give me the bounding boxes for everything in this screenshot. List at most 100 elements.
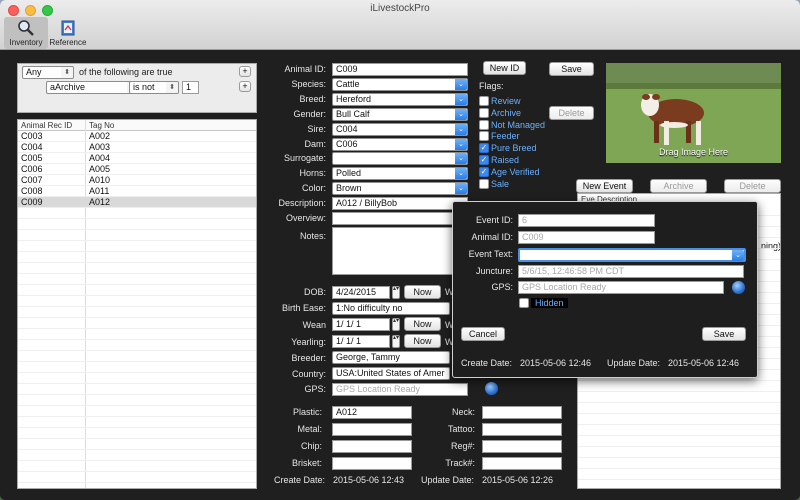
- birth-ease-select[interactable]: 1:No difficulty no assistance: [332, 302, 450, 315]
- table-row[interactable]: C008 A011: [18, 186, 256, 197]
- event-cancel-button[interactable]: Cancel: [461, 327, 505, 341]
- flag-checkbox-not-managed[interactable]: [479, 119, 489, 130]
- event-save-button[interactable]: Save: [702, 327, 746, 341]
- animal-id-field[interactable]: C009: [332, 63, 468, 76]
- wean-field[interactable]: 1/ 1/ 1: [332, 318, 390, 331]
- event-animal-id-label: Animal ID:: [471, 232, 513, 242]
- toolbar-inventory[interactable]: Inventory: [4, 17, 48, 49]
- neck-field[interactable]: [482, 406, 562, 419]
- new-event-button[interactable]: New Event: [576, 179, 633, 193]
- event-editor-popover: Event ID: 6 Animal ID: C009 Event Text: …: [452, 201, 758, 378]
- tag-no-cell: A003: [89, 142, 111, 152]
- table-row[interactable]: C003 A002: [18, 131, 256, 142]
- save-button[interactable]: Save: [549, 62, 594, 76]
- delete-button[interactable]: Delete: [549, 106, 594, 120]
- flag-label: Not Managed: [491, 119, 546, 130]
- table-row: [18, 285, 256, 296]
- overview-field[interactable]: [332, 212, 468, 225]
- event-gps-field[interactable]: GPS Location Ready: [518, 281, 724, 294]
- yearling-field[interactable]: 1/ 1/ 1: [332, 335, 390, 348]
- table-row: [18, 230, 256, 241]
- create-date-label: Create Date:: [274, 475, 326, 485]
- metal-field[interactable]: [332, 423, 412, 436]
- archive-event-button[interactable]: Archive: [650, 179, 707, 193]
- plastic-field[interactable]: A012: [332, 406, 412, 419]
- photo-caption: Drag Image Here: [658, 147, 729, 157]
- match-suffix-label: of the following are true: [79, 67, 173, 77]
- juncture-field[interactable]: 5/6/15, 12:46:58 PM CDT: [518, 265, 744, 278]
- animal-list[interactable]: Animal Rec ID Tag No C003 A002 C004 A003 C00…: [17, 119, 257, 489]
- update-date-value: 2015-05-06 12:26: [482, 475, 554, 485]
- event-text-combo[interactable]: ⌄: [518, 248, 746, 262]
- table-row[interactable]: C009 A012: [18, 197, 256, 208]
- horns-select[interactable]: Polled ⌄: [332, 167, 468, 180]
- globe-icon[interactable]: [485, 382, 498, 395]
- yearling-stepper[interactable]: ▴▾: [392, 335, 400, 348]
- flag-checkbox-archive[interactable]: [479, 107, 489, 118]
- reg-field[interactable]: [482, 440, 562, 453]
- rule-value-field[interactable]: 1: [182, 81, 199, 94]
- hidden-checkbox[interactable]: [519, 298, 529, 308]
- table-row: [18, 241, 256, 252]
- tattoo-field[interactable]: [482, 423, 562, 436]
- sire-select[interactable]: C004 ⌄: [332, 123, 468, 136]
- flag-checkbox-feeder[interactable]: [479, 131, 489, 142]
- flag-checkbox-review[interactable]: [479, 96, 489, 106]
- dob-stepper[interactable]: ▴▾: [392, 286, 400, 299]
- new-id-button[interactable]: New ID: [483, 61, 526, 75]
- match-mode-select[interactable]: Any ⬍: [22, 66, 74, 79]
- event-animal-id-field[interactable]: C009: [518, 231, 655, 244]
- globe-icon[interactable]: [732, 281, 745, 294]
- track-field[interactable]: [482, 457, 562, 470]
- flag-checkbox-pure-breed[interactable]: ✓: [479, 143, 489, 154]
- rule-field-select[interactable]: aArchive⬍: [46, 81, 140, 94]
- surrogate-select[interactable]: ⌄: [332, 152, 468, 165]
- brisket-field[interactable]: [332, 457, 412, 470]
- table-row[interactable]: C005 A004: [18, 153, 256, 164]
- gps-field[interactable]: GPS Location Ready: [332, 383, 468, 396]
- gender-label: Gender:: [293, 109, 326, 119]
- event-row: [578, 425, 780, 436]
- overview-label: Overview:: [285, 213, 326, 223]
- gender-value: Bull Calf: [336, 109, 370, 119]
- event-id-field[interactable]: 6: [518, 214, 655, 227]
- delete-event-button[interactable]: Delete: [724, 179, 781, 193]
- notes-textarea[interactable]: [332, 227, 468, 275]
- column-header-rec-id[interactable]: Animal Rec ID: [21, 121, 72, 130]
- table-row: [18, 351, 256, 362]
- add-rule-button[interactable]: +: [239, 66, 251, 77]
- table-row[interactable]: C004 A003: [18, 142, 256, 153]
- table-row: [18, 296, 256, 307]
- table-row: [18, 274, 256, 285]
- rule-op-select[interactable]: is not ⬍: [129, 81, 179, 94]
- color-select[interactable]: Brown ⌄: [332, 182, 468, 195]
- yearling-now-button[interactable]: Now: [404, 334, 441, 348]
- dob-now-button[interactable]: Now: [404, 285, 441, 299]
- country-select[interactable]: USA:United States of Amer: [332, 367, 450, 380]
- table-row: [18, 472, 256, 483]
- flag-checkbox-age-verified[interactable]: ✓: [479, 166, 489, 177]
- animal-photo[interactable]: Drag Image Here: [606, 63, 781, 163]
- wean-stepper[interactable]: ▴▾: [392, 318, 400, 331]
- gender-select[interactable]: Bull Calf ⌄: [332, 108, 468, 121]
- chip-field[interactable]: [332, 440, 412, 453]
- flag-checkbox-raised[interactable]: ✓: [479, 155, 489, 165]
- description-field[interactable]: A012 / BillyBob: [332, 197, 468, 210]
- animal-id-value: C009: [336, 64, 358, 74]
- flag-checkbox-sale[interactable]: [479, 178, 489, 189]
- toolbar-reference[interactable]: Reference: [46, 17, 90, 49]
- rec-id-cell: C006: [21, 164, 43, 174]
- add-subrule-button[interactable]: +: [239, 81, 251, 92]
- column-header-tag-no[interactable]: Tag No: [89, 121, 114, 130]
- species-select[interactable]: Cattle ⌄: [332, 78, 468, 91]
- tag-no-cell: A005: [89, 164, 111, 174]
- table-row: [18, 318, 256, 329]
- table-row[interactable]: C007 A010: [18, 175, 256, 186]
- breed-select[interactable]: Hereford ⌄: [332, 93, 468, 106]
- wean-now-button[interactable]: Now: [404, 317, 441, 331]
- dam-select[interactable]: C006 ⌄: [332, 138, 468, 151]
- breeder-select[interactable]: George, Tammy: [332, 351, 450, 364]
- table-row[interactable]: C006 A005: [18, 164, 256, 175]
- dob-field[interactable]: 4/24/2015: [332, 286, 390, 299]
- tag-no-cell: A010: [89, 175, 111, 185]
